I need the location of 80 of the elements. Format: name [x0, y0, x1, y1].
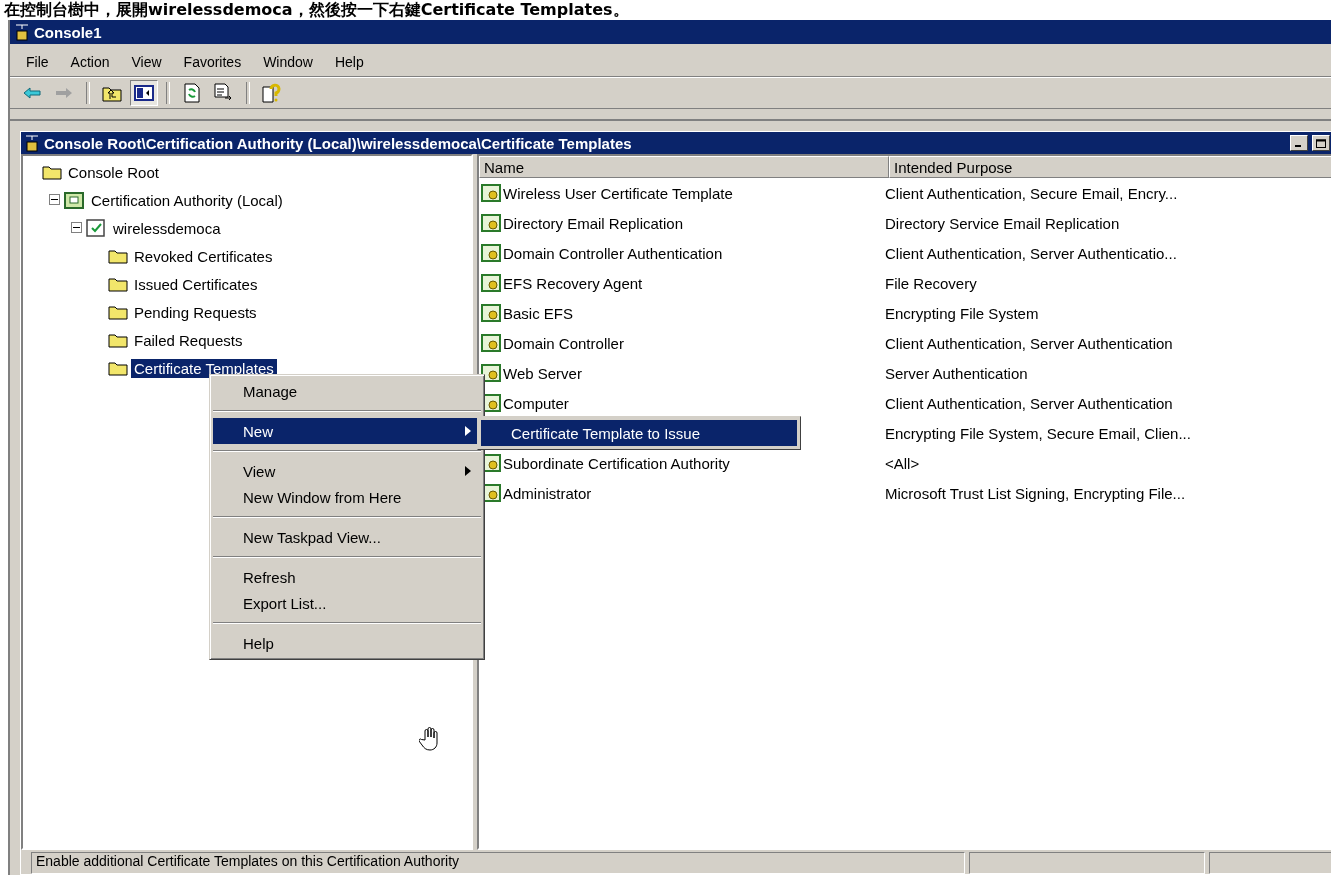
tree-item[interactable]: Certification Authority (Local)	[88, 190, 286, 210]
folder-icon	[42, 164, 62, 180]
intended-purpose: Client Authentication, Server Authentication	[885, 394, 1173, 412]
intended-purpose: Client Authentication, Server Authentication	[885, 334, 1173, 352]
folder-icon	[108, 276, 128, 292]
maximize-icon	[1316, 138, 1326, 148]
context-menu-item[interactable]: View	[213, 458, 481, 484]
template-name[interactable]: Web Server	[503, 364, 582, 382]
template-name[interactable]: Subordinate Certification Authority	[503, 454, 730, 472]
instruction-caption: 在控制台樹中，展開wirelessdemoca，然後按一下右鍵Certificate Templates。	[3, 0, 630, 20]
menu-item[interactable]: Favorites	[175, 52, 250, 72]
certificate-icon	[481, 274, 501, 292]
maximize-button[interactable]	[1312, 135, 1330, 151]
context-menu-item[interactable]: Export List...	[213, 590, 481, 616]
intended-purpose: Encrypting File System, Secure Email, Clien...	[885, 424, 1191, 442]
menu-item[interactable]: View	[123, 52, 170, 72]
child-window-title: Console Root\Certification Authority (Local)\wirelessdemoca\Certificate Templates	[44, 134, 633, 152]
server-check-icon	[85, 218, 107, 238]
tree-item[interactable]: wirelessdemoca	[110, 218, 224, 238]
hand-cursor-icon	[419, 726, 441, 752]
certificate-icon	[481, 244, 501, 262]
collapse-icon[interactable]	[49, 194, 60, 205]
template-name[interactable]: Directory Email Replication	[503, 214, 684, 232]
certificate-icon	[481, 364, 501, 382]
tree-item[interactable]: Console Root	[65, 162, 162, 182]
window-title: Console1	[34, 23, 102, 41]
up-folder-icon[interactable]	[102, 84, 122, 102]
tree-item[interactable]: Failed Requests	[131, 330, 246, 350]
template-name[interactable]: Basic EFS	[503, 304, 574, 322]
folder-icon	[108, 304, 128, 320]
intended-purpose: Client Authentication, Secure Email, Encry...	[885, 184, 1178, 202]
folder-icon	[108, 248, 128, 264]
certificate-icon	[481, 334, 501, 352]
context-menu-item[interactable]: New Window from Here	[213, 484, 481, 510]
column-header[interactable]: Intended Purpose	[889, 156, 1331, 178]
help-icon[interactable]	[262, 83, 282, 103]
intended-purpose: File Recovery	[885, 274, 977, 292]
submenu-arrow-icon	[465, 426, 471, 436]
folder-icon	[108, 332, 128, 348]
export-list-icon[interactable]	[214, 83, 234, 103]
certificate-icon	[481, 304, 501, 322]
status-text: Enable additional Certificate Templates on this Certification Authority	[31, 852, 965, 874]
menu-item[interactable]: Help	[326, 52, 372, 72]
submenu-item[interactable]: Certificate Template to Issue	[481, 420, 797, 446]
intended-purpose: Directory Service Email Replication	[885, 214, 1120, 232]
context-menu-item[interactable]: New Taskpad View...	[213, 524, 481, 550]
template-name[interactable]: EFS Recovery Agent	[503, 274, 643, 292]
certificate-icon	[481, 214, 501, 232]
template-name[interactable]: Administrator	[503, 484, 592, 502]
template-name[interactable]: Wireless User Certificate Template	[503, 184, 733, 202]
collapse-icon[interactable]	[71, 222, 82, 233]
minimize-button[interactable]	[1290, 135, 1308, 151]
certificate-icon	[481, 184, 501, 202]
menu-item[interactable]: Action	[62, 52, 118, 72]
submenu-arrow-icon	[465, 466, 471, 476]
tree-item[interactable]: Issued Certificates	[131, 274, 261, 294]
intended-purpose: Server Authentication	[885, 364, 1028, 382]
intended-purpose: <All>	[885, 454, 920, 472]
tree-item[interactable]: Revoked Certificates	[131, 246, 276, 266]
tree-item[interactable]: Certificate Templates	[131, 358, 277, 378]
template-name[interactable]: Computer	[503, 394, 569, 412]
intended-purpose: Microsoft Trust List Signing, Encrypting File...	[885, 484, 1186, 502]
tree-item[interactable]: Pending Requests	[131, 302, 260, 322]
console-app-icon	[24, 134, 40, 152]
console-app-icon	[14, 23, 30, 41]
column-header[interactable]: Name	[479, 156, 889, 178]
certificate-authority-icon	[63, 190, 85, 210]
refresh-icon[interactable]	[184, 83, 200, 103]
back-arrow-icon[interactable]	[23, 87, 41, 99]
menu-item[interactable]: File	[18, 52, 57, 72]
intended-purpose: Client Authentication, Server Authenticatio...	[885, 244, 1177, 262]
context-menu-item[interactable]: Refresh	[213, 564, 481, 590]
show-tree-icon[interactable]	[134, 85, 154, 101]
context-menu-item[interactable]: Manage	[213, 378, 481, 404]
template-name[interactable]: Domain Controller Authentication	[503, 244, 723, 262]
folder-icon	[108, 360, 128, 376]
template-name[interactable]: Domain Controller	[503, 334, 624, 352]
context-menu-item[interactable]: Help	[213, 630, 481, 656]
menu-item[interactable]: Window	[255, 52, 321, 72]
intended-purpose: Encrypting File System	[885, 304, 1039, 322]
